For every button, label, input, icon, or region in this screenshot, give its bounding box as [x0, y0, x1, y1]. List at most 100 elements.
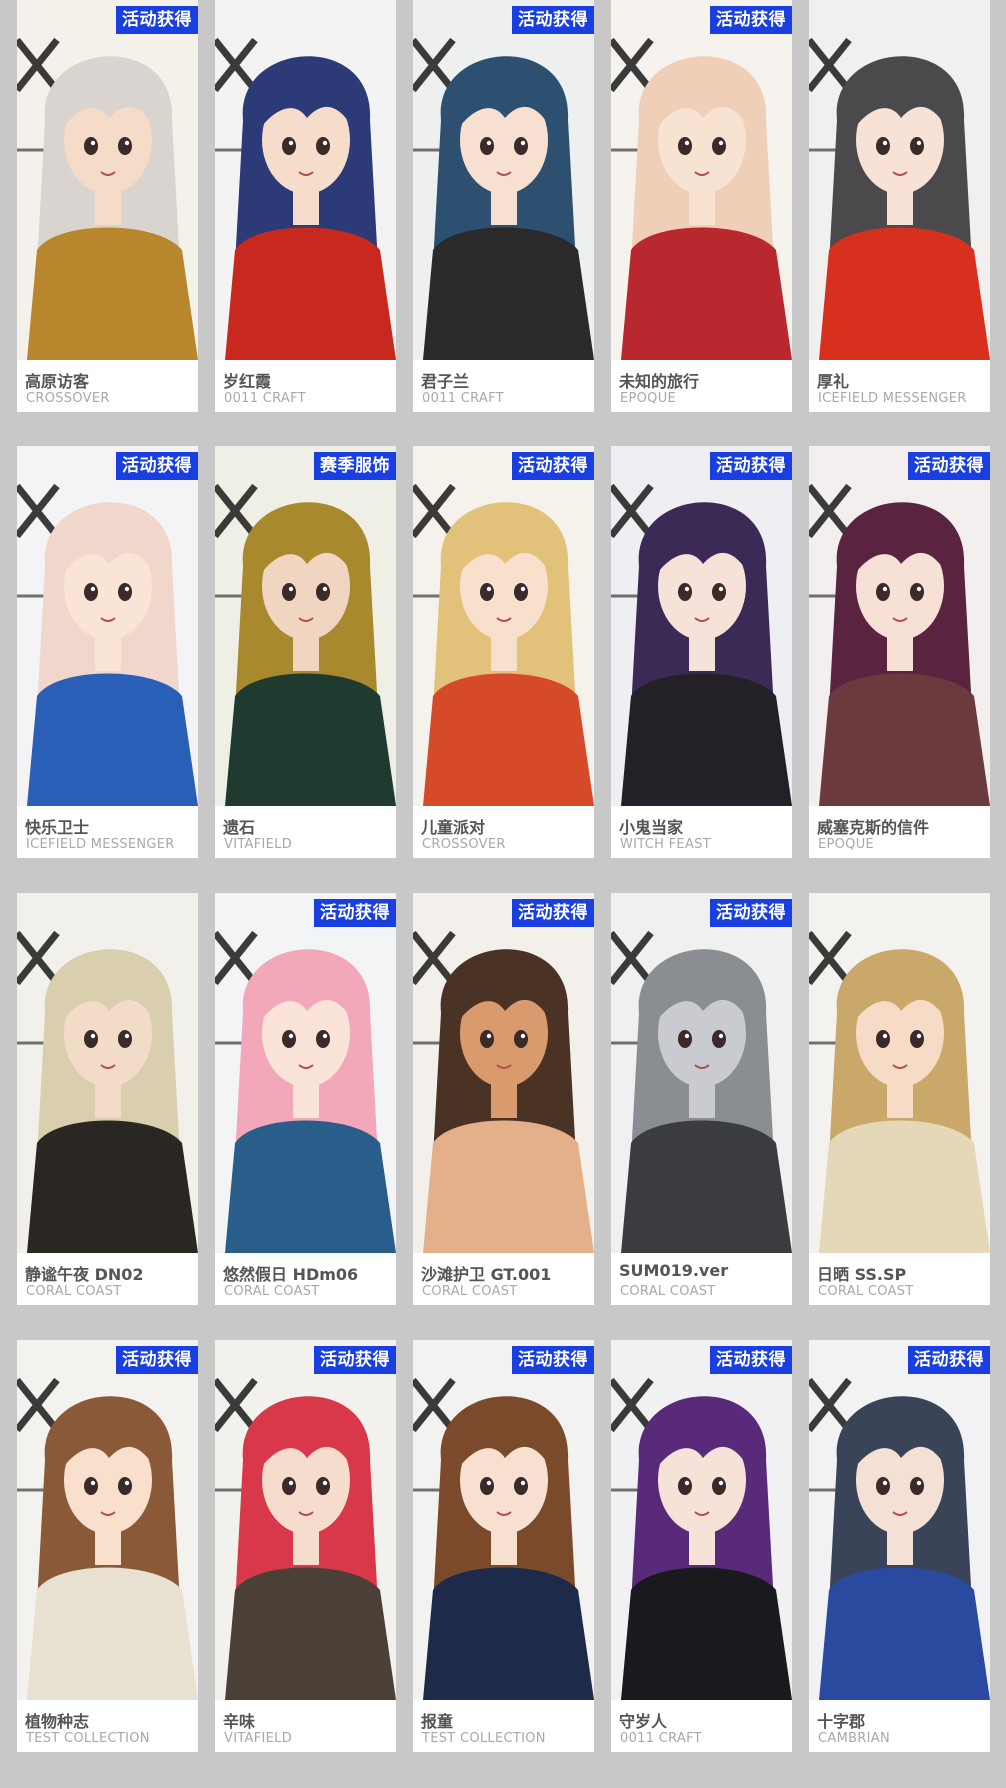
skin-artwork	[809, 893, 990, 1253]
acquisition-badge: 活动获得	[512, 452, 594, 480]
skin-caption: 守岁人 0011 CRAFT	[611, 1700, 792, 1752]
skin-name: 植物种志	[25, 1712, 90, 1731]
skin-name: 未知的旅行	[619, 372, 700, 391]
skin-artwork	[611, 446, 792, 806]
skin-series: 0011 CRAFT	[422, 391, 504, 406]
skin-artwork	[413, 446, 594, 806]
skin-card[interactable]: 活动获得十字郡 CAMBRIAN	[809, 1340, 990, 1752]
skin-caption: 沙滩护卫 GT.001 CORAL COAST	[413, 1253, 594, 1305]
skin-artwork	[611, 0, 792, 360]
acquisition-badge: 活动获得	[710, 899, 792, 927]
skin-card[interactable]: 活动获得高原访客 CROSSOVER	[17, 0, 198, 412]
acquisition-badge: 活动获得	[512, 1346, 594, 1374]
skin-artwork	[413, 1340, 594, 1700]
skin-caption: 未知的旅行 EPOQUE	[611, 360, 792, 412]
skin-series: CROSSOVER	[26, 391, 110, 406]
skin-name: 快乐卫士	[25, 818, 90, 837]
acquisition-badge: 活动获得	[116, 6, 198, 34]
skin-name: 十字郡	[817, 1712, 866, 1731]
skin-artwork	[611, 893, 792, 1253]
skin-caption: 辛味 VITAFIELD	[215, 1700, 396, 1752]
acquisition-badge: 活动获得	[314, 1346, 396, 1374]
skin-artwork	[215, 0, 396, 360]
skin-card[interactable]: 活动获得 SUM019.ver CORAL COAST	[611, 893, 792, 1305]
skin-series: WITCH FEAST	[620, 837, 711, 852]
skin-artwork	[215, 446, 396, 806]
skin-caption: 高原访客 CROSSOVER	[17, 360, 198, 412]
skin-card[interactable]: 活动获得君子兰 0011 CRAFT	[413, 0, 594, 412]
skin-grid: 活动获得 高原访客 CROSSOVER 岁红霞 0011 CRAFT 活动获得 君子兰 001…	[0, 0, 1006, 1788]
skin-series: 0011 CRAFT	[224, 391, 306, 406]
skin-card[interactable]: 活动获得未知的旅行 EPOQUE	[611, 0, 792, 412]
skin-artwork	[215, 893, 396, 1253]
skin-name: 厚礼	[817, 372, 850, 391]
skin-card[interactable]: 活动获得悠然假日 HDm06 CORAL COAST	[215, 893, 396, 1305]
skin-caption: 威塞克斯的信件 EPOQUE	[809, 806, 990, 858]
skin-caption: 小鬼当家 WITCH FEAST	[611, 806, 792, 858]
skin-caption: 厚礼 ICEFIELD MESSENGER	[809, 360, 990, 412]
skin-name: 日晒 SS.SP	[817, 1265, 907, 1284]
skin-artwork	[413, 0, 594, 360]
skin-caption: SUM019.ver CORAL COAST	[611, 1253, 792, 1305]
skin-card[interactable]: 活动获得小鬼当家 WITCH FEAST	[611, 446, 792, 858]
skin-caption: 植物种志 TEST COLLECTION	[17, 1700, 198, 1752]
skin-card[interactable]: 活动获得 守岁人 0011 CRAFT	[611, 1340, 792, 1752]
skin-series: CORAL COAST	[422, 1284, 518, 1299]
skin-caption: 悠然假日 HDm06 CORAL COAST	[215, 1253, 396, 1305]
skin-card[interactable]: 静谧午夜 DN02 CORAL COAST	[17, 893, 198, 1305]
skin-artwork	[17, 893, 198, 1253]
skin-card[interactable]: 活动获得植物种志 TEST COLLECTION	[17, 1340, 198, 1752]
skin-series: VITAFIELD	[224, 1731, 293, 1746]
skin-name: 守岁人	[619, 1712, 668, 1731]
skin-artwork	[809, 0, 990, 360]
acquisition-badge: 活动获得	[116, 452, 198, 480]
skin-name: 儿童派对	[421, 818, 486, 837]
acquisition-badge: 活动获得	[908, 1346, 990, 1374]
skin-caption: 报童 TEST COLLECTION	[413, 1700, 594, 1752]
skin-card[interactable]: 岁红霞 0011 CRAFT	[215, 0, 396, 412]
skin-card[interactable]: 活动获得报童 TEST COLLECTION	[413, 1340, 594, 1752]
acquisition-badge: 活动获得	[116, 1346, 198, 1374]
skin-card[interactable]: 活动获得儿童派对 CROSSOVER	[413, 446, 594, 858]
skin-card[interactable]: 日晒 SS.SP CORAL COAST	[809, 893, 990, 1305]
skin-card[interactable]: 活动获得威塞克斯的信件 EPOQUE	[809, 446, 990, 858]
acquisition-badge: 活动获得	[314, 899, 396, 927]
skin-series: TEST COLLECTION	[422, 1731, 546, 1746]
skin-name: SUM019.ver	[619, 1261, 729, 1280]
skin-caption: 儿童派对 CROSSOVER	[413, 806, 594, 858]
skin-name: 威塞克斯的信件	[817, 818, 930, 837]
skin-name: 高原访客	[25, 372, 90, 391]
acquisition-badge: 活动获得	[710, 6, 792, 34]
skin-name: 辛味	[223, 1712, 256, 1731]
skin-name: 悠然假日 HDm06	[223, 1265, 359, 1284]
acquisition-badge: 活动获得	[908, 452, 990, 480]
skin-name: 沙滩护卫 GT.001	[421, 1265, 552, 1284]
acquisition-badge: 活动获得	[512, 6, 594, 34]
acquisition-badge: 活动获得	[512, 899, 594, 927]
skin-series: CROSSOVER	[422, 837, 506, 852]
acquisition-badge: 赛季服饰	[314, 452, 396, 480]
skin-caption: 君子兰 0011 CRAFT	[413, 360, 594, 412]
skin-series: VITAFIELD	[224, 837, 293, 852]
skin-card[interactable]: 活动获得 快乐卫士 ICEFIELD MESSENGER	[17, 446, 198, 858]
skin-series: EPOQUE	[620, 391, 677, 406]
skin-card[interactable]: 赛季服饰遗石 VITAFIELD	[215, 446, 396, 858]
skin-caption: 静谧午夜 DN02 CORAL COAST	[17, 1253, 198, 1305]
skin-series: EPOQUE	[818, 837, 875, 852]
skin-caption: 日晒 SS.SP CORAL COAST	[809, 1253, 990, 1305]
acquisition-badge: 活动获得	[710, 452, 792, 480]
skin-card[interactable]: 厚礼 ICEFIELD MESSENGER	[809, 0, 990, 412]
skin-name: 岁红霞	[223, 372, 272, 391]
skin-series: CAMBRIAN	[818, 1731, 890, 1746]
skin-name: 遗石	[223, 818, 256, 837]
skin-artwork	[809, 1340, 990, 1700]
skin-artwork	[215, 1340, 396, 1700]
skin-card[interactable]: 活动获得沙滩护卫 GT.001 CORAL COAST	[413, 893, 594, 1305]
skin-artwork	[809, 446, 990, 806]
skin-artwork	[17, 446, 198, 806]
skin-name: 小鬼当家	[619, 818, 684, 837]
skin-name: 君子兰	[421, 372, 470, 391]
skin-series: CORAL COAST	[818, 1284, 914, 1299]
skin-card[interactable]: 活动获得辛味 VITAFIELD	[215, 1340, 396, 1752]
skin-series: TEST COLLECTION	[26, 1731, 150, 1746]
